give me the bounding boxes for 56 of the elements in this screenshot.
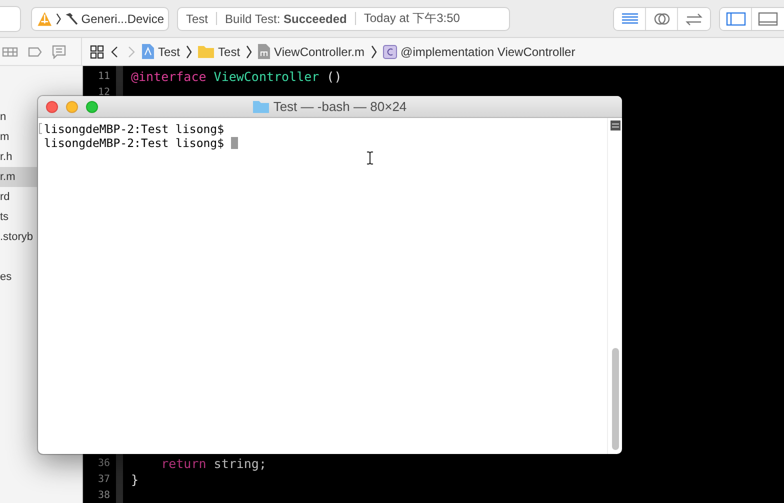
comment-icon: [52, 44, 66, 58]
zoom-button[interactable]: [86, 100, 98, 112]
window-title: Test — -bash — 80×24: [273, 99, 407, 114]
breadcrumb[interactable]: Test: [142, 44, 180, 59]
editor-mode-button[interactable]: [614, 8, 646, 30]
terminal-line: lisongdeMBP-2:Test lisong$: [44, 136, 224, 150]
build-status: Build Test: Succeeded: [225, 12, 347, 26]
project-name: Test: [186, 12, 208, 26]
chevron-right-icon: [246, 44, 252, 60]
code-line: @interface ViewController (): [131, 68, 342, 84]
folder-icon: [253, 100, 270, 113]
back-icon: [110, 44, 120, 58]
file-item[interactable]: ts: [0, 207, 37, 227]
folder-icon: [198, 45, 214, 58]
grid-icon: [90, 44, 104, 58]
app-icon: [36, 10, 54, 28]
line-number: 37: [98, 474, 110, 484]
class-symbol-icon: [382, 44, 397, 58]
build-time: Today at 下午3:50: [364, 10, 460, 27]
file-item[interactable]: m: [0, 127, 37, 147]
circles-icon: [652, 10, 670, 26]
project-file-icon: [142, 44, 154, 59]
file-item[interactable]: .storyb: [0, 227, 37, 247]
bottom-panel-icon: [758, 10, 778, 26]
left-panel-icon: [726, 10, 746, 26]
chevron-right-icon: [370, 44, 377, 60]
line-number: 38: [98, 490, 110, 500]
lines-icon: [620, 12, 638, 26]
code-line: }: [131, 472, 139, 486]
hammer-icon: [64, 10, 78, 26]
file-item[interactable]: r.h: [0, 147, 37, 167]
chevron-right-icon: [56, 10, 62, 26]
scroll-thumb[interactable]: [612, 348, 618, 450]
breadcrumb[interactable]: ViewController.m: [258, 44, 365, 59]
split-pane-icon[interactable]: [610, 120, 620, 131]
code-line: return string;: [160, 456, 266, 470]
file-item[interactable]: es: [0, 267, 37, 287]
file-item[interactable]: n: [0, 107, 37, 127]
list-icon: [2, 46, 18, 56]
text-cursor-icon: [366, 151, 374, 165]
terminal-line: lisongdeMBP-2:Test lisong$: [44, 122, 224, 136]
close-button[interactable]: [46, 100, 58, 112]
forward-icon: [126, 44, 136, 58]
source-file-icon: [258, 44, 270, 59]
tag-icon: [28, 46, 42, 58]
line-number: 12: [98, 86, 110, 98]
breadcrumb[interactable]: @implementation ViewController: [382, 44, 576, 58]
line-number: 11: [98, 70, 110, 82]
chevron-right-icon: [186, 44, 192, 60]
breadcrumb[interactable]: Test: [198, 44, 240, 58]
file-item[interactable]: r.m: [0, 167, 37, 187]
file-item[interactable]: rd: [0, 187, 37, 207]
line-number: 36: [98, 458, 110, 468]
swap-arrows-icon: [685, 12, 703, 26]
panel-toggle-button[interactable]: [720, 8, 752, 30]
scheme-selector[interactable]: Generi...Device: [31, 6, 169, 30]
